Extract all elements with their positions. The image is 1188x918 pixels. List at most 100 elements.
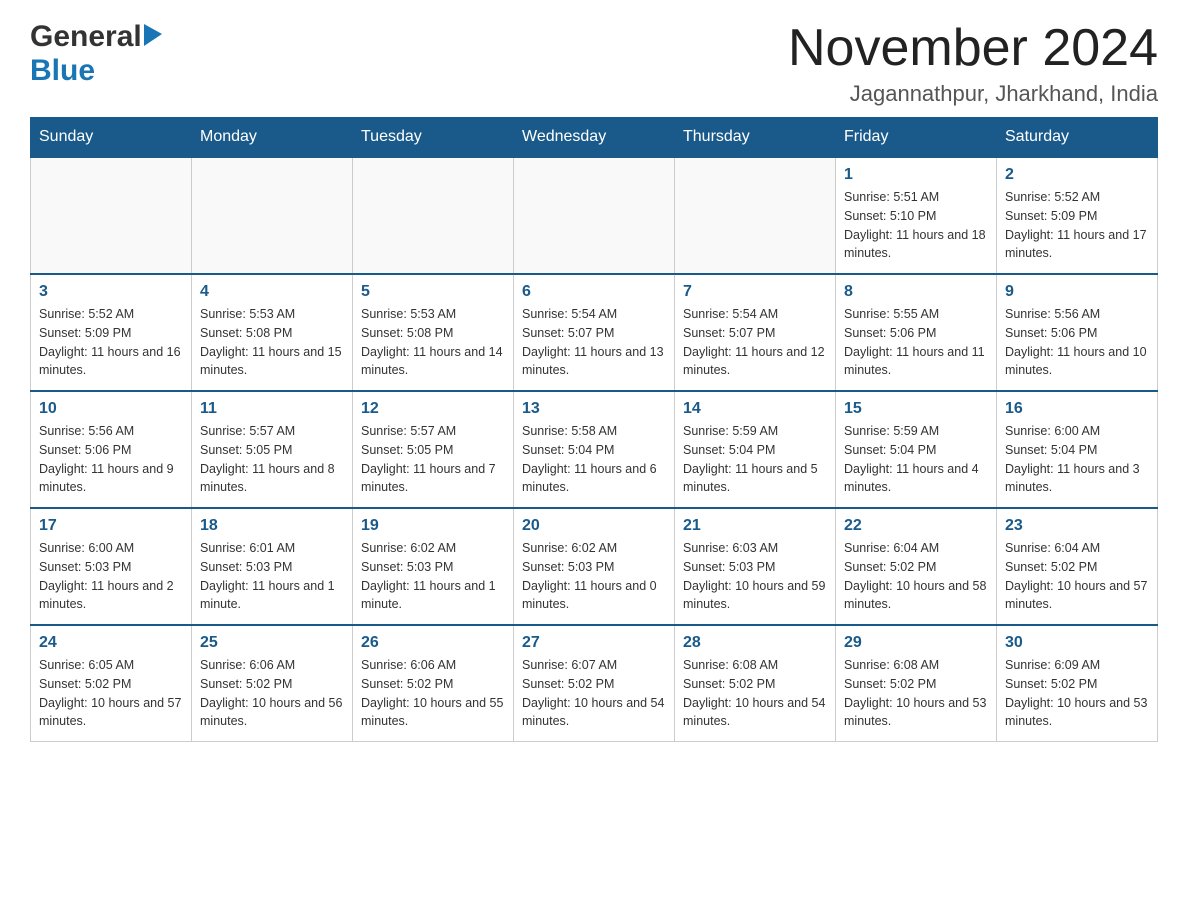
col-sunday: Sunday [31, 118, 192, 158]
day-info: Sunrise: 6:02 AMSunset: 5:03 PMDaylight:… [361, 539, 505, 614]
day-number: 18 [200, 517, 344, 535]
day-number: 4 [200, 283, 344, 301]
table-row: 2 Sunrise: 5:52 AMSunset: 5:09 PMDaylight… [997, 157, 1158, 274]
day-number: 10 [39, 400, 183, 418]
day-number: 2 [1005, 166, 1149, 184]
day-number: 12 [361, 400, 505, 418]
day-number: 19 [361, 517, 505, 535]
day-number: 24 [39, 634, 183, 652]
day-number: 7 [683, 283, 827, 301]
day-info: Sunrise: 6:00 AMSunset: 5:03 PMDaylight:… [39, 539, 183, 614]
day-info: Sunrise: 5:59 AMSunset: 5:04 PMDaylight:… [683, 422, 827, 497]
table-row: 1Sunrise: 5:51 AMSunset: 5:10 PMDaylight… [836, 157, 997, 274]
location-subtitle: Jagannathpur, Jharkhand, India [788, 81, 1158, 107]
page-header: General Blue November 2024 Jagannathpur,… [30, 20, 1158, 107]
day-info: Sunrise: 6:06 AMSunset: 5:02 PMDaylight:… [361, 656, 505, 731]
day-number: 25 [200, 634, 344, 652]
logo-arrow-icon [144, 24, 162, 50]
table-row: 30Sunrise: 6:09 AMSunset: 5:02 PMDayligh… [997, 625, 1158, 742]
table-row: 23 Sunrise: 6:04 AMSunset: 5:02 PMDayligh… [997, 508, 1158, 625]
table-row: 4Sunrise: 5:53 AMSunset: 5:08 PMDaylight… [192, 274, 353, 391]
day-number: 23 [1005, 517, 1149, 535]
day-info: Sunrise: 6:08 AMSunset: 5:02 PMDaylight:… [844, 656, 988, 731]
calendar-week-row: 17 Sunrise: 6:00 AMSunset: 5:03 PMDayligh… [31, 508, 1158, 625]
table-row: 22 Sunrise: 6:04 AMSunset: 5:02 PMDayligh… [836, 508, 997, 625]
table-row: 13 Sunrise: 5:58 AMSunset: 5:04 PMDayligh… [514, 391, 675, 508]
table-row: 25 Sunrise: 6:06 AMSunset: 5:02 PMDayligh… [192, 625, 353, 742]
day-number: 15 [844, 400, 988, 418]
day-info: Sunrise: 5:56 AMSunset: 5:06 PMDaylight:… [39, 422, 183, 497]
table-row: 9Sunrise: 5:56 AMSunset: 5:06 PMDaylight… [997, 274, 1158, 391]
day-number: 8 [844, 283, 988, 301]
table-row [192, 157, 353, 274]
day-number: 13 [522, 400, 666, 418]
table-row: 6 Sunrise: 5:54 AMSunset: 5:07 PMDaylight… [514, 274, 675, 391]
table-row: 15Sunrise: 5:59 AMSunset: 5:04 PMDayligh… [836, 391, 997, 508]
col-saturday: Saturday [997, 118, 1158, 158]
logo: General Blue [30, 20, 162, 88]
col-tuesday: Tuesday [353, 118, 514, 158]
table-row: 24Sunrise: 6:05 AMSunset: 5:02 PMDayligh… [31, 625, 192, 742]
table-row: 19 Sunrise: 6:02 AMSunset: 5:03 PMDayligh… [353, 508, 514, 625]
table-row [514, 157, 675, 274]
table-row: 27 Sunrise: 6:07 AMSunset: 5:02 PMDayligh… [514, 625, 675, 742]
day-info: Sunrise: 6:04 AMSunset: 5:02 PMDaylight:… [844, 539, 988, 614]
day-number: 3 [39, 283, 183, 301]
table-row: 5Sunrise: 5:53 AMSunset: 5:08 PMDaylight… [353, 274, 514, 391]
day-info: Sunrise: 5:55 AMSunset: 5:06 PMDaylight:… [844, 305, 988, 380]
title-section: November 2024 Jagannathpur, Jharkhand, I… [788, 20, 1158, 107]
day-info: Sunrise: 5:52 AMSunset: 5:09 PMDaylight:… [1005, 188, 1149, 263]
day-number: 30 [1005, 634, 1149, 652]
table-row: 14 Sunrise: 5:59 AMSunset: 5:04 PMDayligh… [675, 391, 836, 508]
day-number: 27 [522, 634, 666, 652]
table-row: 7 Sunrise: 5:54 AMSunset: 5:07 PMDaylight… [675, 274, 836, 391]
table-row: 28 Sunrise: 6:08 AMSunset: 5:02 PMDayligh… [675, 625, 836, 742]
calendar-table: Sunday Monday Tuesday Wednesday Thursday… [30, 117, 1158, 742]
day-number: 14 [683, 400, 827, 418]
table-row: 8 Sunrise: 5:55 AMSunset: 5:06 PMDaylight… [836, 274, 997, 391]
table-row: 16 Sunrise: 6:00 AMSunset: 5:04 PMDayligh… [997, 391, 1158, 508]
day-info: Sunrise: 6:07 AMSunset: 5:02 PMDaylight:… [522, 656, 666, 731]
day-info: Sunrise: 5:54 AMSunset: 5:07 PMDaylight:… [522, 305, 666, 380]
col-monday: Monday [192, 118, 353, 158]
logo-blue-text: Blue [30, 54, 95, 87]
calendar-header-row: Sunday Monday Tuesday Wednesday Thursday… [31, 118, 1158, 158]
table-row: 29 Sunrise: 6:08 AMSunset: 5:02 PMDayligh… [836, 625, 997, 742]
day-number: 17 [39, 517, 183, 535]
day-info: Sunrise: 6:04 AMSunset: 5:02 PMDaylight:… [1005, 539, 1149, 614]
table-row: 17 Sunrise: 6:00 AMSunset: 5:03 PMDayligh… [31, 508, 192, 625]
calendar-week-row: 3 Sunrise: 5:52 AMSunset: 5:09 PMDaylight… [31, 274, 1158, 391]
day-number: 21 [683, 517, 827, 535]
table-row: 26 Sunrise: 6:06 AMSunset: 5:02 PMDayligh… [353, 625, 514, 742]
calendar-week-row: 24Sunrise: 6:05 AMSunset: 5:02 PMDayligh… [31, 625, 1158, 742]
day-number: 28 [683, 634, 827, 652]
day-info: Sunrise: 6:06 AMSunset: 5:02 PMDaylight:… [200, 656, 344, 731]
day-number: 29 [844, 634, 988, 652]
day-number: 6 [522, 283, 666, 301]
col-wednesday: Wednesday [514, 118, 675, 158]
calendar-week-row: 10 Sunrise: 5:56 AMSunset: 5:06 PMDayligh… [31, 391, 1158, 508]
table-row: 20Sunrise: 6:02 AMSunset: 5:03 PMDayligh… [514, 508, 675, 625]
day-info: Sunrise: 6:08 AMSunset: 5:02 PMDaylight:… [683, 656, 827, 731]
table-row [31, 157, 192, 274]
day-info: Sunrise: 5:54 AMSunset: 5:07 PMDaylight:… [683, 305, 827, 380]
day-info: Sunrise: 6:00 AMSunset: 5:04 PMDaylight:… [1005, 422, 1149, 497]
table-row [353, 157, 514, 274]
day-info: Sunrise: 5:52 AMSunset: 5:09 PMDaylight:… [39, 305, 183, 380]
day-info: Sunrise: 6:02 AMSunset: 5:03 PMDaylight:… [522, 539, 666, 614]
day-number: 26 [361, 634, 505, 652]
day-info: Sunrise: 6:03 AMSunset: 5:03 PMDaylight:… [683, 539, 827, 614]
day-info: Sunrise: 5:57 AMSunset: 5:05 PMDaylight:… [361, 422, 505, 497]
table-row: 21 Sunrise: 6:03 AMSunset: 5:03 PMDayligh… [675, 508, 836, 625]
day-number: 16 [1005, 400, 1149, 418]
day-info: Sunrise: 5:56 AMSunset: 5:06 PMDaylight:… [1005, 305, 1149, 380]
table-row: 11 Sunrise: 5:57 AMSunset: 5:05 PMDayligh… [192, 391, 353, 508]
table-row [675, 157, 836, 274]
day-info: Sunrise: 5:57 AMSunset: 5:05 PMDaylight:… [200, 422, 344, 497]
day-number: 22 [844, 517, 988, 535]
table-row: 12 Sunrise: 5:57 AMSunset: 5:05 PMDayligh… [353, 391, 514, 508]
day-number: 1 [844, 166, 988, 184]
day-number: 11 [200, 400, 344, 418]
table-row: 18Sunrise: 6:01 AMSunset: 5:03 PMDayligh… [192, 508, 353, 625]
day-info: Sunrise: 5:58 AMSunset: 5:04 PMDaylight:… [522, 422, 666, 497]
